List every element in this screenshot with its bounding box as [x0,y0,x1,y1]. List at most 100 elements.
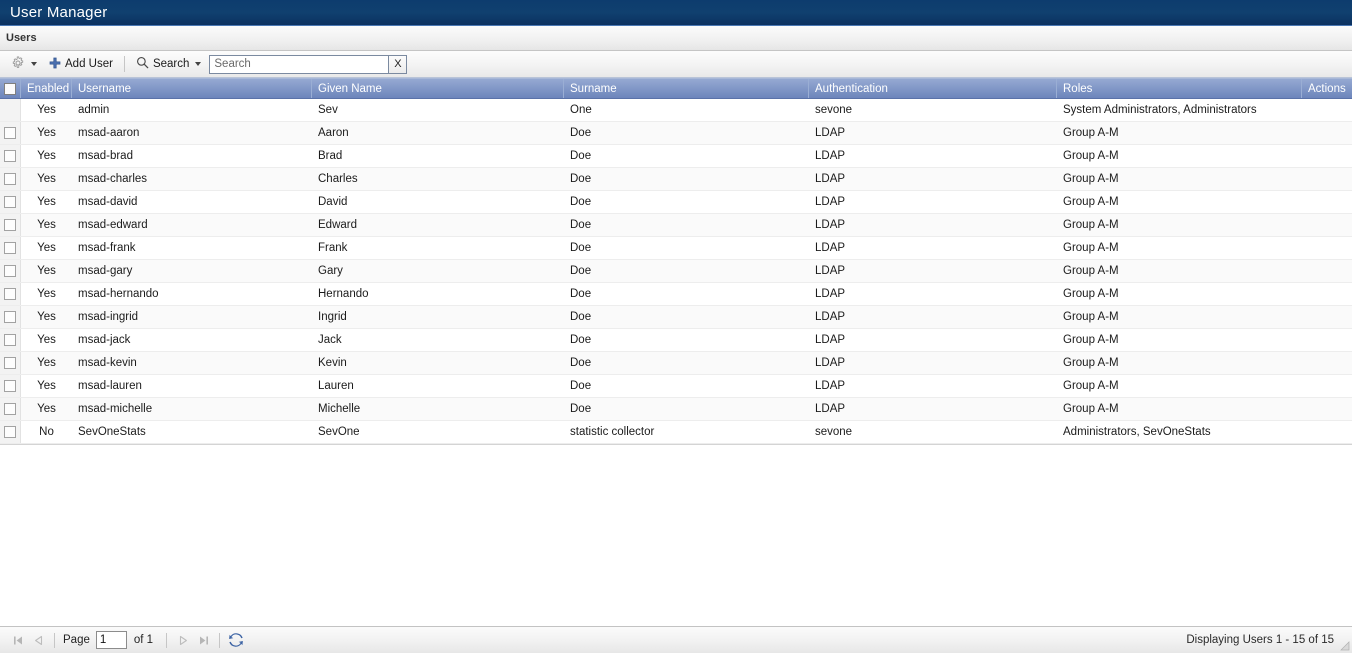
table-row[interactable]: No SevOneStats SevOne statistic collector se… [0,421,1352,444]
column-header-roles[interactable]: Roles [1057,79,1302,98]
row-select-cell[interactable] [0,421,21,443]
page-number-input[interactable] [95,631,127,649]
magnifier-icon [136,56,149,72]
cell-actions [1302,306,1352,328]
clear-search-button[interactable]: X [389,54,408,74]
cell-surname: Doe [570,173,592,185]
previous-page-button[interactable] [28,630,48,650]
cell-authentication: LDAP [815,334,846,346]
refresh-button[interactable] [226,630,246,650]
cell-authentication: LDAP [815,219,846,231]
row-checkbox[interactable] [4,265,16,277]
add-user-label: Add User [65,58,113,70]
column-header-select-all[interactable] [0,79,21,98]
row-select-cell[interactable] [0,237,21,259]
row-checkbox[interactable] [4,380,16,392]
cell-given-name: Aaron [318,127,349,139]
row-checkbox[interactable] [4,242,16,254]
row-checkbox[interactable] [4,288,16,300]
cell-surname: Doe [570,403,592,415]
table-row[interactable]: Yes msad-hernando Hernando Doe LDAP Group A-M [0,283,1352,306]
table-row[interactable]: Yes msad-brad Brad Doe LDAP Group A-M [0,145,1352,168]
column-header-surname[interactable]: Surname [564,79,809,98]
row-select-cell[interactable] [0,329,21,351]
table-row[interactable]: Yes msad-aaron Aaron Doe LDAP Group A-M [0,122,1352,145]
plus-icon [49,57,61,72]
column-header-given-name[interactable]: Given Name [312,79,564,98]
row-select-cell[interactable] [0,352,21,374]
row-checkbox[interactable] [4,334,16,346]
table-row[interactable]: Yes msad-edward Edward Doe LDAP Group A-M [0,214,1352,237]
cell-roles: Group A-M [1063,288,1119,300]
row-checkbox[interactable] [4,403,16,415]
cell-authentication: sevone [815,426,853,438]
table-row[interactable]: Yes msad-charles Charles Doe LDAP Group A-M [0,168,1352,191]
first-page-button[interactable] [8,630,28,650]
table-row[interactable]: Yes msad-david David Doe LDAP Group A-M [0,191,1352,214]
row-checkbox[interactable] [4,173,16,185]
column-header-enabled[interactable]: Enabled [21,79,72,98]
row-select-cell[interactable] [0,398,21,420]
next-page-button[interactable] [173,630,193,650]
last-page-button[interactable] [193,630,213,650]
table-row[interactable]: Yes msad-frank Frank Doe LDAP Group A-M [0,237,1352,260]
cell-username: msad-lauren [78,380,142,392]
resize-grip-icon[interactable] [1339,640,1350,651]
row-checkbox[interactable] [4,127,16,139]
table-row[interactable]: Yes msad-ingrid Ingrid Doe LDAP Group A-M [0,306,1352,329]
column-header-username[interactable]: Username [72,79,312,98]
search-menu-button[interactable]: Search [130,54,207,75]
row-checkbox[interactable] [4,357,16,369]
table-row[interactable]: Yes msad-jack Jack Doe LDAP Group A-M [0,329,1352,352]
cell-username: msad-jack [78,334,131,346]
users-grid: Enabled Username Given Name Surname Auth… [0,78,1352,445]
column-header-actions[interactable]: Actions [1302,79,1352,98]
row-select-cell[interactable] [0,168,21,190]
search-input[interactable] [209,54,390,74]
grid-toolbar: Add User Search X [0,51,1352,78]
cell-roles: Group A-M [1063,380,1119,392]
cell-roles: Group A-M [1063,196,1119,208]
grid-bottom-edge [0,444,1352,445]
cell-enabled: Yes [37,265,56,277]
row-checkbox[interactable] [4,426,16,438]
select-all-checkbox[interactable] [4,82,16,95]
cell-actions [1302,283,1352,305]
add-user-button[interactable]: Add User [43,54,119,75]
cell-username: msad-gary [78,265,133,277]
table-row[interactable]: Yes msad-kevin Kevin Doe LDAP Group A-M [0,352,1352,375]
cell-authentication: LDAP [815,265,846,277]
row-select-cell[interactable] [0,191,21,213]
row-select-cell[interactable] [0,145,21,167]
table-row[interactable]: Yes msad-gary Gary Doe LDAP Group A-M [0,260,1352,283]
cell-given-name: Charles [318,173,358,185]
table-row[interactable]: Yes admin Sev One sevone System Administrator… [0,99,1352,122]
row-checkbox[interactable] [4,150,16,162]
row-select-cell[interactable] [0,122,21,144]
table-row[interactable]: Yes msad-michelle Michelle Doe LDAP Group A-M [0,398,1352,421]
last-page-icon [199,636,208,644]
row-select-cell[interactable] [0,283,21,305]
row-checkbox[interactable] [4,311,16,323]
column-header-authentication[interactable]: Authentication [809,79,1057,98]
row-select-cell[interactable] [0,214,21,236]
cell-enabled: Yes [37,380,56,392]
cell-enabled: Yes [37,357,56,369]
footer-separator [219,632,221,648]
gear-icon [11,55,25,73]
row-checkbox[interactable] [4,196,16,208]
row-select-cell[interactable] [0,260,21,282]
cell-actions [1302,375,1352,397]
cell-roles: Group A-M [1063,357,1119,369]
chevron-down-icon [195,62,202,66]
row-select-cell[interactable] [0,306,21,328]
cell-given-name: Gary [318,265,343,277]
settings-menu-button[interactable] [5,54,43,75]
grid-body: Yes admin Sev One sevone System Administrator… [0,99,1352,444]
row-checkbox[interactable] [4,219,16,231]
table-row[interactable]: Yes msad-lauren Lauren Doe LDAP Group A-M [0,375,1352,398]
cell-authentication: LDAP [815,380,846,392]
cell-roles: Group A-M [1063,311,1119,323]
previous-page-icon [34,635,42,645]
row-select-cell[interactable] [0,375,21,397]
